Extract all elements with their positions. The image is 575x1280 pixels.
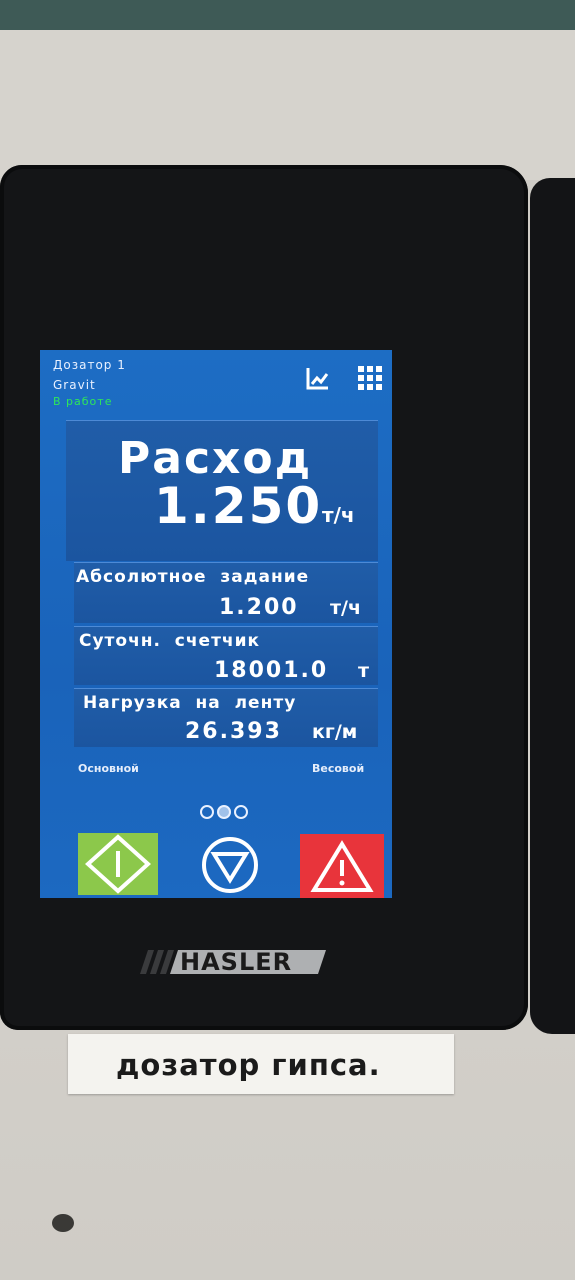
start-button[interactable] xyxy=(78,833,158,895)
belt-load-value: 26.393 xyxy=(185,719,282,744)
touch-screen: Дозатор 1 Gravit В работе Расход 1.250 т… xyxy=(40,350,392,898)
belt-load-label: Нагрузка на ленту xyxy=(83,693,297,713)
status-text: В работе xyxy=(53,395,113,408)
page-dot[interactable] xyxy=(200,805,214,819)
operating-mode: Gravit xyxy=(53,378,96,392)
hasler-logo: HASLER xyxy=(140,948,328,976)
page-dot-active[interactable] xyxy=(217,805,231,819)
equipment-label: дозатор гипса. xyxy=(68,1034,454,1094)
wall xyxy=(0,30,575,180)
daily-counter-panel[interactable]: Суточн. счетчик 18001.0 т xyxy=(74,626,378,685)
equipment-label-text: дозатор гипса. xyxy=(116,1048,381,1082)
stop-button[interactable] xyxy=(198,836,262,894)
belt-load-panel[interactable]: Нагрузка на ленту 26.393 кг/м xyxy=(74,688,378,747)
grid-menu-icon[interactable] xyxy=(356,364,384,392)
device-name: Дозатор 1 xyxy=(53,358,126,372)
daily-counter-unit: т xyxy=(358,660,370,682)
setpoint-label: Абсолютное задание xyxy=(76,567,310,587)
alarm-button[interactable] xyxy=(300,834,384,898)
page-dot[interactable] xyxy=(234,805,248,819)
wall-top-strip xyxy=(0,0,575,30)
setpoint-panel[interactable]: Абсолютное задание 1.200 т/ч xyxy=(74,562,378,623)
logo-text: HASLER xyxy=(180,948,293,976)
daily-counter-value: 18001.0 xyxy=(214,658,329,683)
start-icon xyxy=(85,834,151,894)
adjacent-device-bezel xyxy=(530,178,575,1034)
flow-rate-panel[interactable]: Расход 1.250 т/ч xyxy=(66,420,378,561)
alarm-icon xyxy=(310,840,374,892)
daily-counter-label: Суточн. счетчик xyxy=(79,631,261,651)
footer-right-label: Весовой xyxy=(312,762,365,775)
wall-screw xyxy=(52,1214,74,1232)
page-indicator[interactable] xyxy=(200,804,251,823)
setpoint-value: 1.200 xyxy=(219,595,299,620)
stop-icon xyxy=(202,837,258,893)
flow-rate-value: 1.250 xyxy=(154,477,323,535)
footer-left-label: Основной xyxy=(78,762,139,775)
trend-icon[interactable] xyxy=(304,364,332,392)
belt-load-unit: кг/м xyxy=(312,721,358,743)
flow-rate-unit: т/ч xyxy=(322,503,355,527)
setpoint-unit: т/ч xyxy=(330,597,361,619)
